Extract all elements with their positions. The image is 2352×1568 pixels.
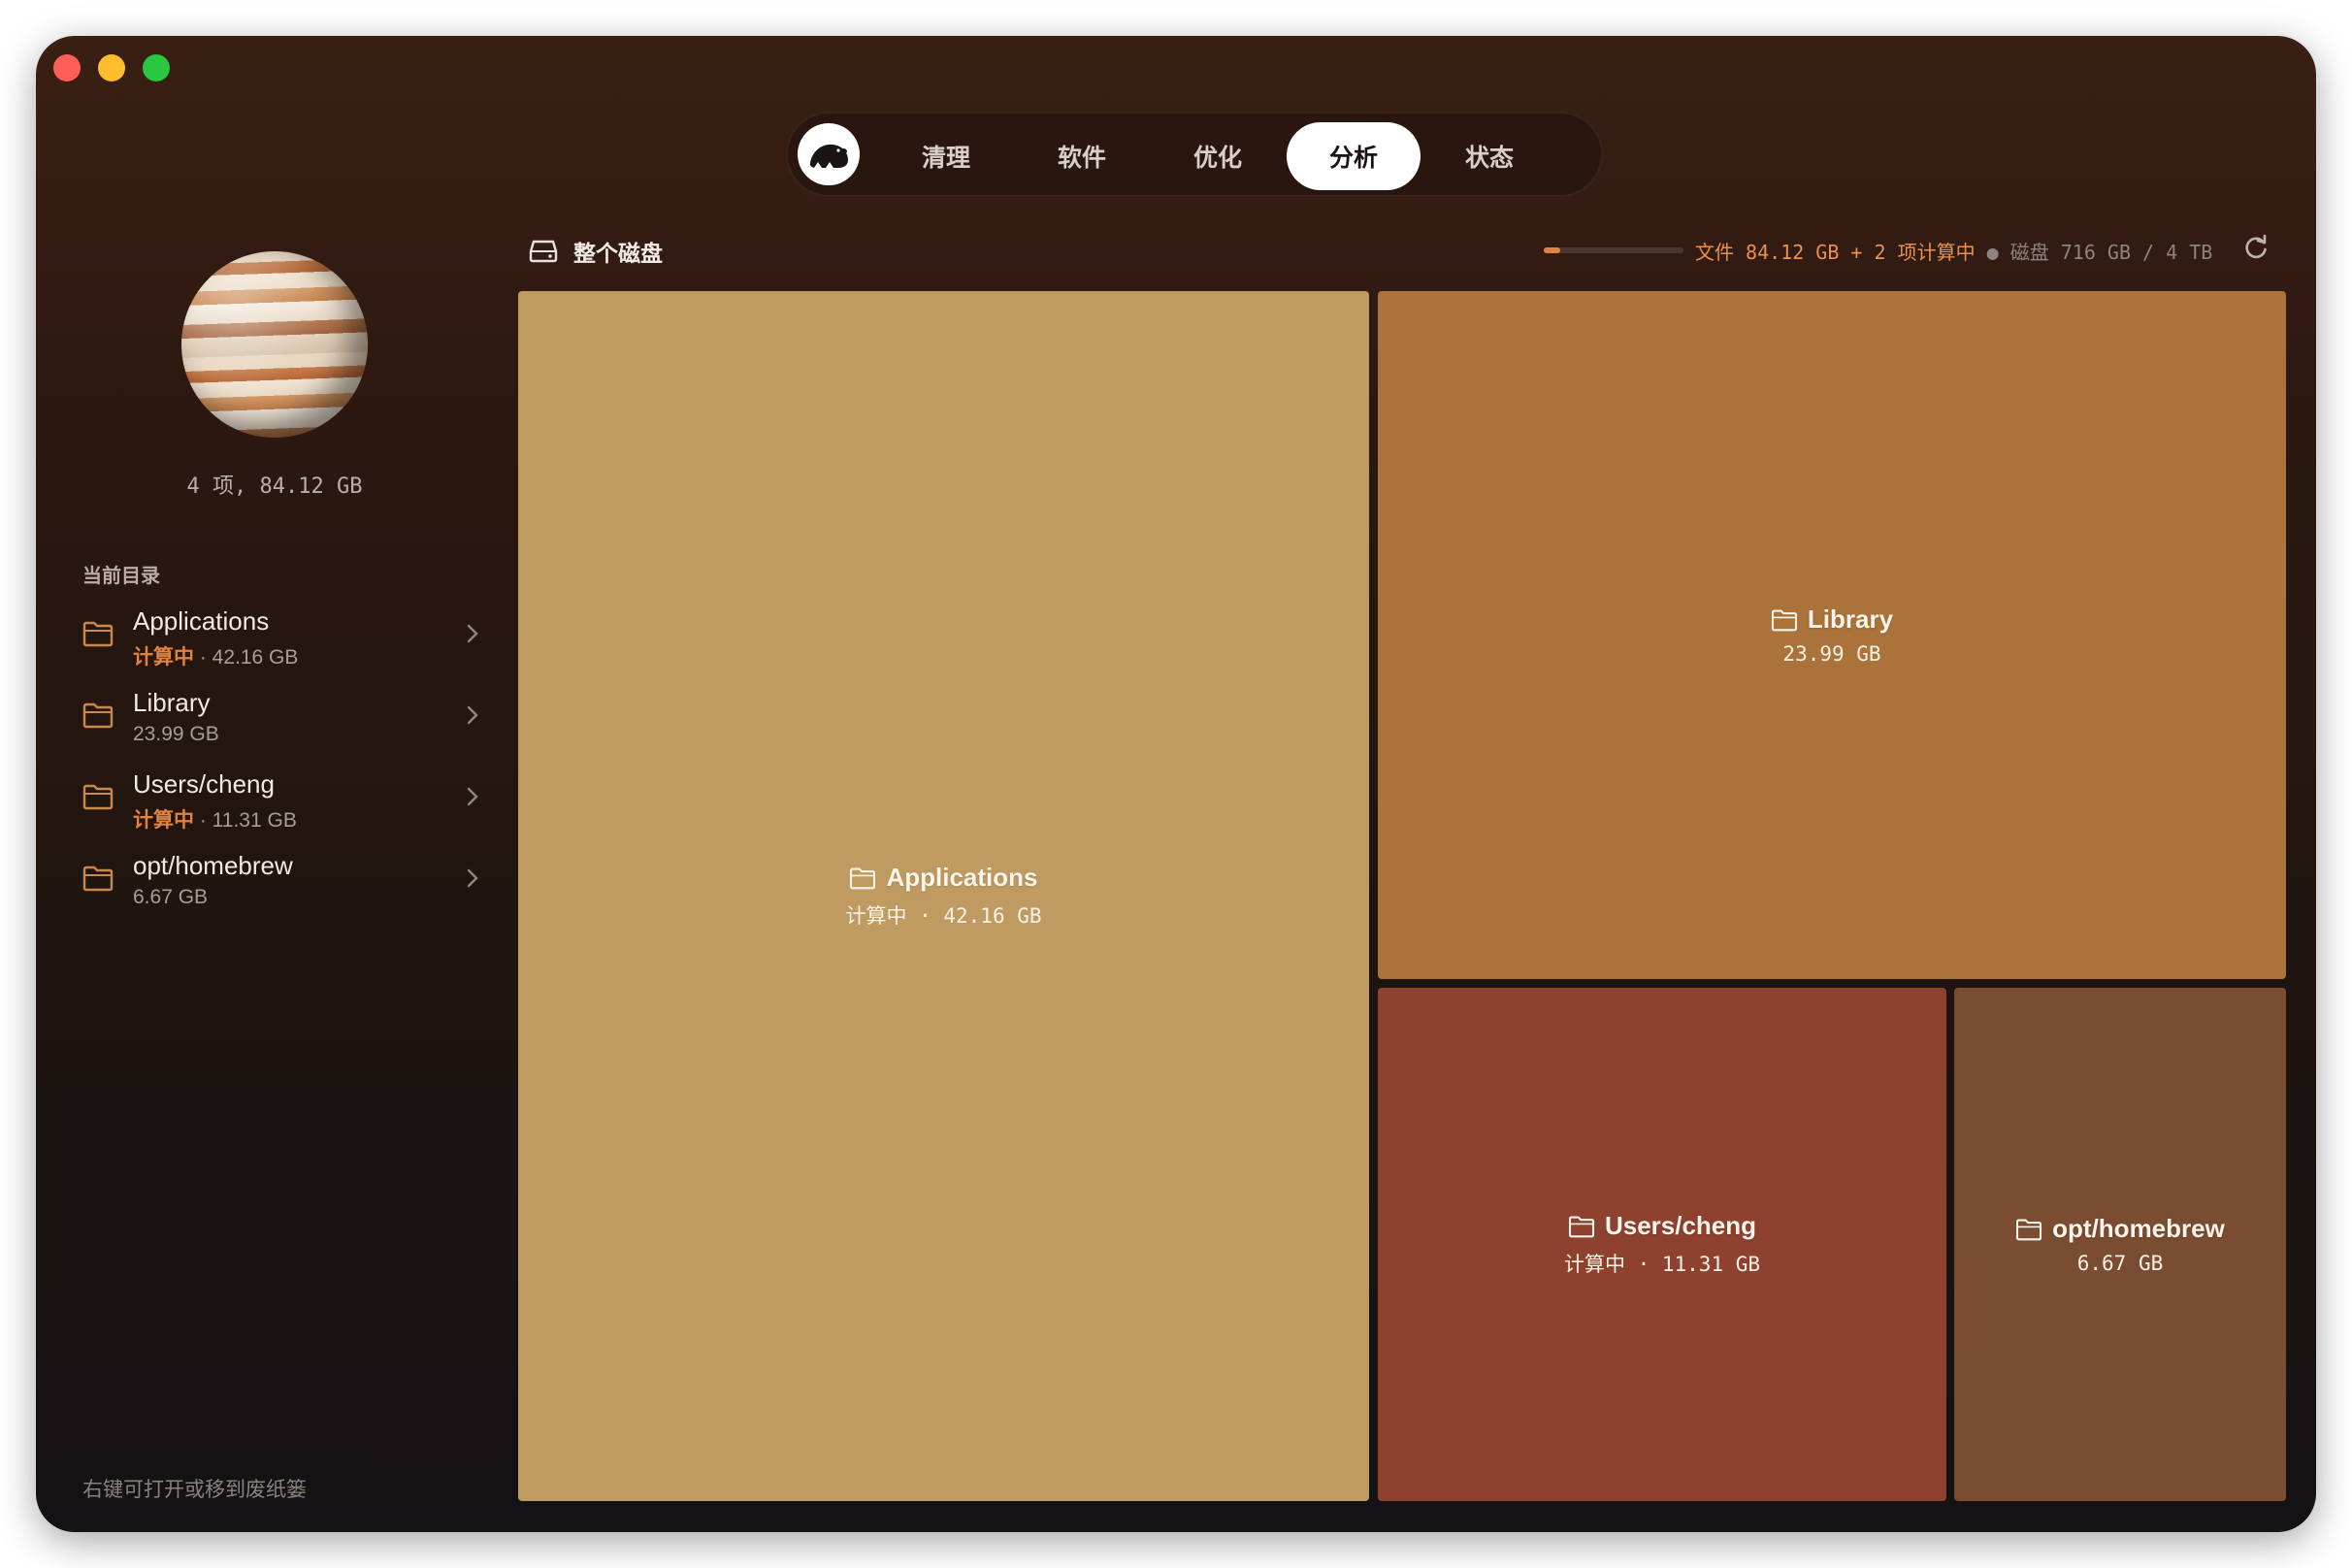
- tab-optimize[interactable]: 优化: [1151, 122, 1285, 190]
- tile-meta: 6.67 GB: [2076, 1252, 2164, 1275]
- sidebar-item-opt-homebrew[interactable]: opt/homebrew 6.67 GB: [82, 849, 480, 921]
- current-directory-heading: 当前目录: [82, 566, 160, 587]
- tab-analyze[interactable]: 分析: [1287, 122, 1421, 190]
- chevron-right-icon: [467, 868, 478, 888]
- scan-progress-fill: [1544, 247, 1561, 253]
- sidebar-item-meta: 计算中 · 11.31 GB: [133, 809, 297, 832]
- tab-clean[interactable]: 清理: [879, 122, 1013, 190]
- sidebar-item-name: Users/cheng: [133, 769, 275, 799]
- folder-icon: [850, 867, 876, 889]
- folder-icon: [82, 784, 114, 810]
- folder-icon: [82, 621, 114, 647]
- scope-title[interactable]: 整个磁盘: [573, 235, 663, 268]
- scan-stats: 文件 84.12 GB + 2 项计算中 ● 磁盘 716 GB / 4 TB: [1695, 237, 2212, 265]
- window-controls: [53, 54, 170, 82]
- zoom-window-button[interactable]: [143, 54, 170, 82]
- stats-separator: ●: [1986, 241, 1999, 264]
- refresh-icon[interactable]: [2242, 234, 2270, 261]
- treemap-tile-opt-homebrew[interactable]: opt/homebrew 6.67 GB: [1954, 988, 2286, 1501]
- sidebar-item-name: opt/homebrew: [133, 851, 293, 880]
- disk-drive-icon: [529, 240, 558, 263]
- sidebar-item-meta: 计算中 · 42.16 GB: [133, 646, 299, 669]
- sidebar-item-users-cheng[interactable]: Users/cheng 计算中 · 11.31 GB: [82, 768, 480, 839]
- treemap-tile-library[interactable]: Library 23.99 GB: [1378, 291, 2286, 979]
- chevron-right-icon: [467, 705, 478, 725]
- scan-progress-bar: [1544, 247, 1683, 253]
- treemap-tile-users-cheng[interactable]: Users/cheng 计算中 · 11.31 GB: [1378, 988, 1946, 1501]
- tab-apps[interactable]: 软件: [1015, 122, 1149, 190]
- folder-icon: [1568, 1216, 1594, 1237]
- disk-summary: 4 项, 84.12 GB: [186, 474, 363, 499]
- sidebar-item-meta: 23.99 GB: [133, 723, 219, 745]
- tab-status[interactable]: 状态: [1422, 122, 1556, 190]
- tile-label: Library: [1771, 604, 1893, 635]
- minimize-window-button[interactable]: [98, 54, 125, 82]
- disk-planet-image: [181, 251, 368, 438]
- tile-label: opt/homebrew: [2015, 1214, 2225, 1244]
- disk-stat: 磁盘 716 GB / 4 TB: [2009, 241, 2213, 264]
- close-window-button[interactable]: [53, 54, 81, 82]
- chevron-right-icon: [467, 787, 478, 806]
- sidebar-item-library[interactable]: Library 23.99 GB: [82, 686, 480, 758]
- mole-logo-icon[interactable]: [798, 123, 860, 185]
- sidebar-item-name: Library: [133, 688, 211, 717]
- sidebar-item-meta: 6.67 GB: [133, 886, 209, 908]
- tile-label: Users/cheng: [1568, 1211, 1756, 1241]
- top-nav: 清理 软件 优化 分析 状态: [786, 112, 1603, 197]
- sidebar-item-name: Applications: [133, 606, 270, 636]
- folder-icon: [82, 866, 114, 892]
- context-menu-hint: 右键可打开或移到废纸篓: [82, 1479, 307, 1501]
- chevron-right-icon: [467, 624, 478, 643]
- folder-icon: [1771, 609, 1797, 631]
- treemap-tile-applications[interactable]: Applications 计算中 · 42.16 GB: [518, 291, 1369, 1501]
- tile-label: Applications: [849, 863, 1038, 893]
- folder-icon: [82, 702, 114, 729]
- tile-meta: 计算中 · 11.31 GB: [1563, 1253, 1761, 1276]
- sidebar-item-applications[interactable]: Applications 计算中 · 42.16 GB: [82, 604, 480, 676]
- tile-meta: 23.99 GB: [1782, 642, 1881, 666]
- folder-icon: [2016, 1219, 2042, 1240]
- app-window: 清理 软件 优化 分析 状态 4 项, 84.12 GB 当前目录 Applic…: [36, 36, 2316, 1532]
- tile-meta: 计算中 · 42.16 GB: [845, 904, 1042, 928]
- files-stat: 文件 84.12 GB + 2 项计算中: [1695, 241, 1976, 264]
